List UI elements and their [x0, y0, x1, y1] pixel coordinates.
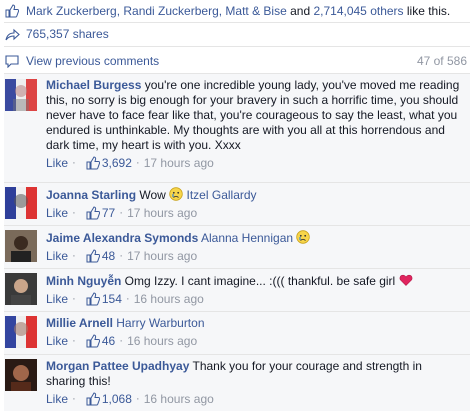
comment-item: Millie Arnell Harry Warburton Like · 46 … [4, 312, 470, 354]
crying-face-emoji-icon [296, 230, 311, 245]
comment-like-count[interactable]: 46 [102, 334, 115, 349]
like-comment-button[interactable]: Like [46, 334, 68, 349]
separator-dot: · [135, 157, 140, 170]
avatar[interactable] [5, 230, 37, 262]
likes-and-text: and [286, 4, 314, 18]
comment-text: Wow [139, 188, 166, 202]
like-thumb-icon [4, 3, 20, 19]
separator-dot: · [119, 250, 124, 263]
separator-dot: · [72, 293, 76, 306]
comment-item: Michael Burgess you're one incredible yo… [4, 74, 470, 182]
comment-like-count[interactable]: 48 [102, 249, 115, 264]
like-comment-button[interactable]: Like [46, 249, 68, 264]
heart-emoji-icon [399, 274, 413, 288]
comment-author-link[interactable]: Morgan Pattee Upadhyay [46, 359, 189, 373]
comment-bubble-icon [4, 53, 20, 69]
avatar[interactable] [5, 187, 37, 219]
like-count-icon [80, 156, 102, 171]
shares-summary: 765,357 shares [4, 23, 109, 45]
avatar[interactable] [5, 316, 37, 348]
comment-like-count[interactable]: 154 [102, 292, 122, 307]
separator-dot: · [72, 157, 76, 170]
comment-timestamp[interactable]: 17 hours ago [127, 249, 197, 264]
comment-item: Joanna Starling Wow Itzel Gallardy Like … [4, 183, 470, 225]
share-arrow-icon [4, 26, 20, 42]
comment-item: Minh Nguyễn Omg Izzy. I cant imagine... … [4, 269, 470, 311]
comment-like-count[interactable]: 77 [102, 206, 115, 221]
avatar[interactable] [5, 359, 37, 391]
comments-panel: Mark Zuckerberg, Randi Zuckerberg, Matt … [0, 0, 473, 411]
like-count-icon [80, 206, 102, 221]
comment-item: Morgan Pattee Upadhyay Thank you for you… [4, 355, 470, 411]
comment-item: Jaime Alexandra Symonds Alanna Hennigan … [4, 226, 470, 268]
separator-dot: · [125, 293, 130, 306]
tagged-user-link[interactable]: Alanna Hennigan [201, 231, 293, 245]
likers-others-link[interactable]: 2,714,045 others [313, 4, 403, 18]
like-comment-button[interactable]: Like [46, 292, 68, 307]
like-count-icon [80, 392, 102, 407]
comment-timestamp[interactable]: 17 hours ago [144, 156, 214, 171]
likes-summary: Mark Zuckerberg, Randi Zuckerberg, Matt … [4, 0, 450, 22]
separator-dot: · [119, 207, 124, 220]
like-comment-button[interactable]: Like [46, 206, 68, 221]
avatar[interactable] [5, 273, 37, 305]
likes-suffix-text: like this. [403, 4, 451, 18]
comment-timestamp[interactable]: 16 hours ago [134, 292, 204, 307]
comment-timestamp[interactable]: 16 hours ago [127, 334, 197, 349]
shares-count-link[interactable]: 765,357 shares [26, 27, 109, 41]
comment-author-link[interactable]: Joanna Starling [46, 188, 136, 202]
separator-dot: · [72, 250, 76, 263]
separator-dot: · [119, 335, 124, 348]
like-count-icon [80, 249, 102, 264]
crying-face-emoji-icon [169, 187, 183, 202]
divider [4, 46, 470, 47]
comment-author-link[interactable]: Minh Nguyễn [46, 274, 121, 288]
tagged-user-link[interactable]: Harry Warburton [116, 316, 204, 330]
comment-timestamp[interactable]: 16 hours ago [144, 392, 214, 407]
separator-dot: · [72, 207, 76, 220]
like-count-icon [80, 334, 102, 349]
comment-like-count[interactable]: 1,068 [102, 392, 132, 407]
tagged-user-link[interactable]: Itzel Gallardy [187, 188, 257, 202]
comment-text: Omg Izzy. I cant imagine... :((( thankfu… [124, 274, 396, 288]
comment-author-link[interactable]: Jaime Alexandra Symonds [46, 231, 198, 245]
separator-dot: · [72, 335, 76, 348]
like-count-icon [80, 292, 102, 307]
previous-comments-bar: View previous comments 47 of 586 [4, 50, 467, 72]
comment-author-link[interactable]: Millie Arnell [46, 316, 113, 330]
comments-count: 47 of 586 [416, 54, 467, 68]
separator-dot: · [135, 393, 140, 406]
comment-timestamp[interactable]: 17 hours ago [127, 206, 197, 221]
like-comment-button[interactable]: Like [46, 156, 68, 171]
comment-author-link[interactable]: Michael Burgess [46, 78, 141, 92]
likers-names-link[interactable]: Mark Zuckerberg, Randi Zuckerberg, Matt … [26, 4, 287, 18]
comment-like-count[interactable]: 3,692 [102, 156, 132, 171]
avatar[interactable] [5, 79, 37, 111]
like-comment-button[interactable]: Like [46, 392, 68, 407]
separator-dot: · [72, 393, 76, 406]
view-previous-comments-link[interactable]: View previous comments [26, 54, 159, 68]
